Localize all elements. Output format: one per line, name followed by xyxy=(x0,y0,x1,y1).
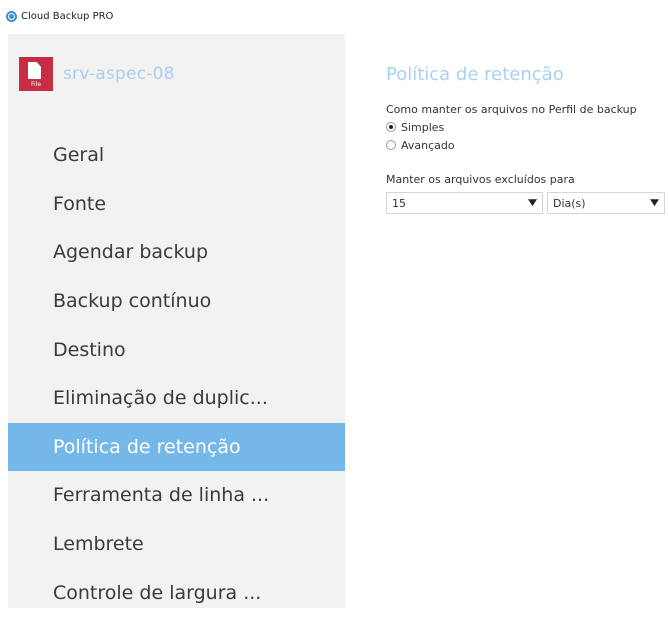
file-icon-label: File xyxy=(30,81,42,88)
retention-question: Como manter os arquivos no Perfil de bac… xyxy=(386,103,637,116)
option-avancado-label: Avançado xyxy=(401,138,455,152)
chevron-down-icon: ▼ xyxy=(650,198,660,208)
option-avancado[interactable]: Avançado xyxy=(386,136,668,154)
option-simples-label: Simples xyxy=(401,120,445,134)
app-logo-icon xyxy=(6,10,17,22)
menu-item-fonte[interactable]: Fonte xyxy=(8,180,345,229)
keep-deleted-controls: 15 ▼ Dia(s) ▼ xyxy=(386,192,668,214)
sidebar: File srv-aspec-08 Geral Fonte Agendar ba… xyxy=(8,34,345,608)
profile-name: srv-aspec-08 xyxy=(63,64,175,84)
main-panel: Política de retenção Como manter os arqu… xyxy=(386,64,668,214)
file-icon: File xyxy=(19,57,53,91)
keep-days-select[interactable]: 15 ▼ xyxy=(386,192,543,214)
menu-item-destino[interactable]: Destino xyxy=(8,325,345,374)
menu-item-controle-largura[interactable]: Controle de largura ... xyxy=(8,568,345,617)
chevron-down-icon: ▼ xyxy=(528,198,538,208)
keep-unit-select[interactable]: Dia(s) ▼ xyxy=(547,192,665,214)
backup-profile: File srv-aspec-08 xyxy=(19,56,175,92)
keep-unit-value: Dia(s) xyxy=(553,196,586,210)
window-title: Cloud Backup PRO xyxy=(21,10,114,22)
option-simples[interactable]: Simples xyxy=(386,118,668,136)
settings-menu: Geral Fonte Agendar backup Backup contín… xyxy=(8,131,345,617)
menu-item-lembrete[interactable]: Lembrete xyxy=(8,520,345,569)
menu-item-eliminacao-duplicados[interactable]: Eliminação de duplic... xyxy=(8,374,345,423)
keep-deleted-label: Manter os arquivos excluídos para xyxy=(386,173,575,186)
title-bar: Cloud Backup PRO xyxy=(0,0,668,32)
keep-days-value: 15 xyxy=(392,196,406,210)
menu-item-ferramenta-linha[interactable]: Ferramenta de linha ... xyxy=(8,471,345,520)
menu-item-geral[interactable]: Geral xyxy=(8,131,345,180)
page-title: Política de retenção xyxy=(386,64,564,85)
menu-item-backup-continuo[interactable]: Backup contínuo xyxy=(8,277,345,326)
menu-item-agendar-backup[interactable]: Agendar backup xyxy=(8,228,345,277)
menu-item-politica-retencao[interactable]: Política de retenção xyxy=(8,422,345,472)
radio-simples[interactable] xyxy=(386,122,396,132)
radio-avancado[interactable] xyxy=(386,140,396,150)
